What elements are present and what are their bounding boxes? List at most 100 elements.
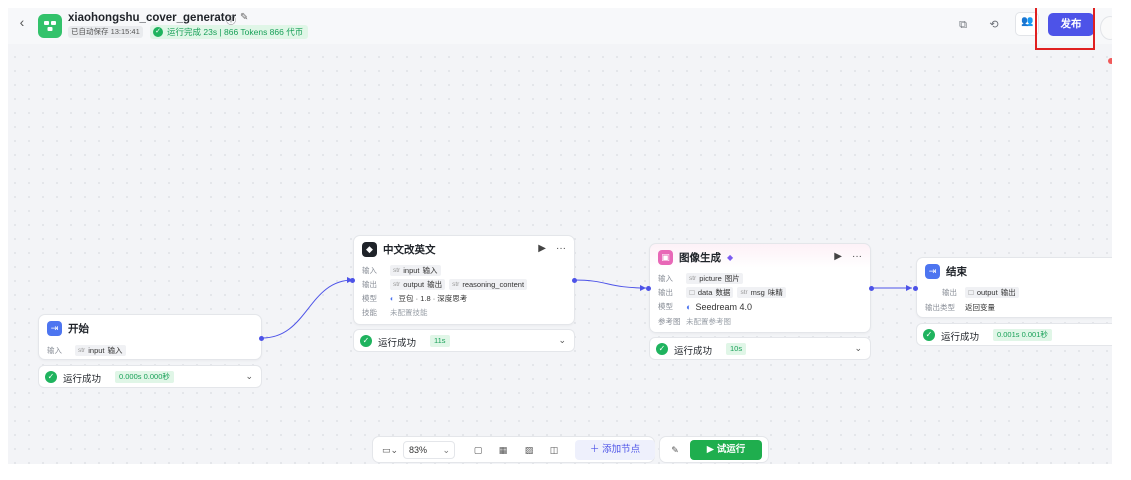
edge-arrow — [906, 285, 912, 291]
variable-tag: str output 输出 — [390, 279, 446, 290]
var-name: output — [976, 288, 998, 297]
trial-run-label: 试运行 — [716, 444, 746, 455]
node-model-row: 模型 ◐ Seedream 4.0 — [658, 301, 752, 312]
node-start-status[interactable]: ✓ 运行成功 0.000s 0.000秒 ⌄ — [38, 365, 262, 388]
run-node-icon[interactable]: ▶ — [834, 251, 842, 262]
node-title: 中文改英文 — [383, 244, 436, 256]
avatar[interactable] — [1100, 16, 1112, 40]
var-desc: 输出 — [427, 280, 443, 289]
status-time: 0.000s 0.000秒 — [115, 371, 174, 383]
chevron-down-icon: ⌄ — [442, 445, 450, 455]
llm-icon: ◆ — [362, 242, 377, 257]
minimap-icon[interactable]: ▭⌄ — [379, 442, 401, 458]
variable-tag: str picture 图片 — [686, 273, 743, 284]
success-icon: ✓ — [923, 329, 935, 341]
end-icon: ⇥ — [925, 264, 940, 279]
var-name: input — [403, 266, 420, 275]
row-label: 输出 — [362, 280, 377, 289]
copy-icon[interactable]: ⧉ — [954, 16, 972, 34]
history-icon[interactable]: ⟲ — [985, 16, 1003, 34]
status-time: 10s — [726, 343, 747, 355]
trial-run-button[interactable]: ▶ 试运行 — [690, 440, 762, 460]
status-text: 运行成功 — [378, 338, 417, 349]
node-image-status[interactable]: ✓ 运行成功 10s ⌄ — [649, 337, 871, 360]
status-text: 运行成功 — [674, 346, 713, 357]
node-output-row: 输出 str output 输出 str reasoning_content — [362, 279, 528, 290]
row-label: 输入 — [658, 274, 673, 283]
more-icon[interactable]: ··· — [852, 251, 862, 262]
node-skill-row: 技能 未配置技能 — [362, 307, 428, 318]
add-node-label: 添加节点 — [602, 444, 641, 455]
run-node-icon[interactable]: ▶ — [538, 243, 546, 254]
highlight-annotation — [1035, 8, 1095, 50]
reference-value: 未配置参考图 — [686, 317, 731, 326]
premium-icon: ◆ — [727, 253, 734, 262]
row-label: 输出 — [942, 288, 957, 297]
note-icon[interactable]: ◫ — [547, 442, 561, 458]
more-icon[interactable]: ··· — [556, 243, 566, 254]
variable-tag: str msg 味精 — [737, 287, 786, 298]
header-bar: ‹ xiaohongshu_cover_generator ⓘ ✎ 已自动保存 … — [8, 8, 1112, 50]
node-output-type-row: 输出类型 返回变量 — [925, 302, 995, 313]
chevron-down-icon[interactable]: ⌄ — [558, 335, 566, 346]
layout-icon[interactable]: ▦ — [496, 442, 510, 458]
chevron-down-icon[interactable]: ⌄ — [245, 371, 253, 382]
image-icon[interactable]: ▨ — [522, 442, 536, 458]
node-start[interactable]: ⇥ 开始 输入 str input 输入 — [38, 314, 262, 360]
row-label: 模型 — [362, 294, 377, 303]
node-output-row: 输出 ☐ output 输出 — [925, 287, 1019, 298]
run-toolbar: ✎ ▶ 试运行 — [659, 436, 769, 463]
zoom-select[interactable]: 83% ⌄ — [403, 441, 455, 459]
comment-icon[interactable]: ▢ — [471, 442, 485, 458]
debug-icon[interactable]: ✎ — [668, 442, 682, 458]
output-port[interactable] — [572, 278, 577, 283]
var-desc: 输入 — [422, 266, 438, 275]
node-translate-status[interactable]: ✓ 运行成功 11s ⌄ — [353, 329, 575, 352]
node-input-row: 输入 str picture 图片 — [658, 273, 743, 284]
play-icon: ▶ — [706, 444, 717, 455]
add-node-button[interactable]: ＋ 添加节点 — [575, 440, 655, 460]
var-name: picture — [699, 274, 722, 283]
notification-dot — [1108, 58, 1112, 64]
success-icon: ✓ — [656, 343, 668, 355]
output-port[interactable] — [869, 286, 874, 291]
canvas-toolbar: ▭⌄ 83% ⌄ ▢ ▦ ▨ ◫ ＋ 添加节点 — [372, 436, 655, 463]
input-port[interactable] — [646, 286, 651, 291]
variable-tag: ☐ data 数据 — [686, 287, 734, 298]
row-label: 技能 — [362, 308, 377, 317]
model-icon: ◐ — [686, 301, 692, 312]
status-time: 11s — [430, 335, 450, 347]
var-desc: 输入 — [107, 346, 123, 355]
users-icon: 👥 — [1021, 16, 1034, 27]
var-type: str — [740, 289, 748, 296]
node-title: 开始 — [68, 323, 89, 335]
input-port[interactable] — [913, 286, 918, 291]
var-type: str — [452, 281, 460, 288]
output-port[interactable] — [259, 336, 264, 341]
var-type: ☐ — [689, 289, 695, 297]
status-text: 运行成功 — [63, 374, 102, 385]
variable-tag: ☐ output 输出 — [965, 287, 1019, 298]
node-translate[interactable]: ◆ 中文改英文 ▶ ··· 输入 str input 输入 输出 str out… — [353, 235, 575, 325]
node-end-status[interactable]: ✓ 运行成功 0.001s 0.001秒 — [916, 323, 1112, 346]
success-icon: ✓ — [45, 371, 57, 383]
model-value: Seedream 4.0 — [695, 301, 752, 312]
var-type: str — [393, 281, 401, 288]
var-desc: 图片 — [724, 274, 740, 283]
node-reference-row: 参考图 未配置参考图 — [658, 316, 731, 327]
node-input-row: 输入 str input 输入 — [362, 265, 441, 276]
var-name: input — [88, 346, 105, 355]
node-image-generation[interactable]: ▣ 图像生成 ◆ ▶ ··· 输入 str picture 图片 输出 ☐ da… — [649, 243, 871, 333]
var-desc: 数据 — [715, 288, 731, 297]
node-end[interactable]: ⇥ 结束 输出 ☐ output 输出 输出类型 返回变量 — [916, 257, 1112, 318]
row-label: 输出类型 — [925, 303, 955, 312]
row-label: 输入 — [47, 346, 62, 355]
chevron-down-icon[interactable]: ⌄ — [854, 343, 862, 354]
var-type: str — [393, 267, 401, 274]
row-label: 参考图 — [658, 317, 681, 326]
input-port[interactable] — [350, 278, 355, 283]
node-model-row: 模型 ◐ 豆包 · 1.8 · 深度思考 — [362, 293, 467, 304]
back-icon[interactable]: ‹ — [14, 14, 30, 30]
node-header: ◆ 中文改英文 — [362, 242, 436, 257]
var-name: reasoning_content — [462, 280, 525, 289]
